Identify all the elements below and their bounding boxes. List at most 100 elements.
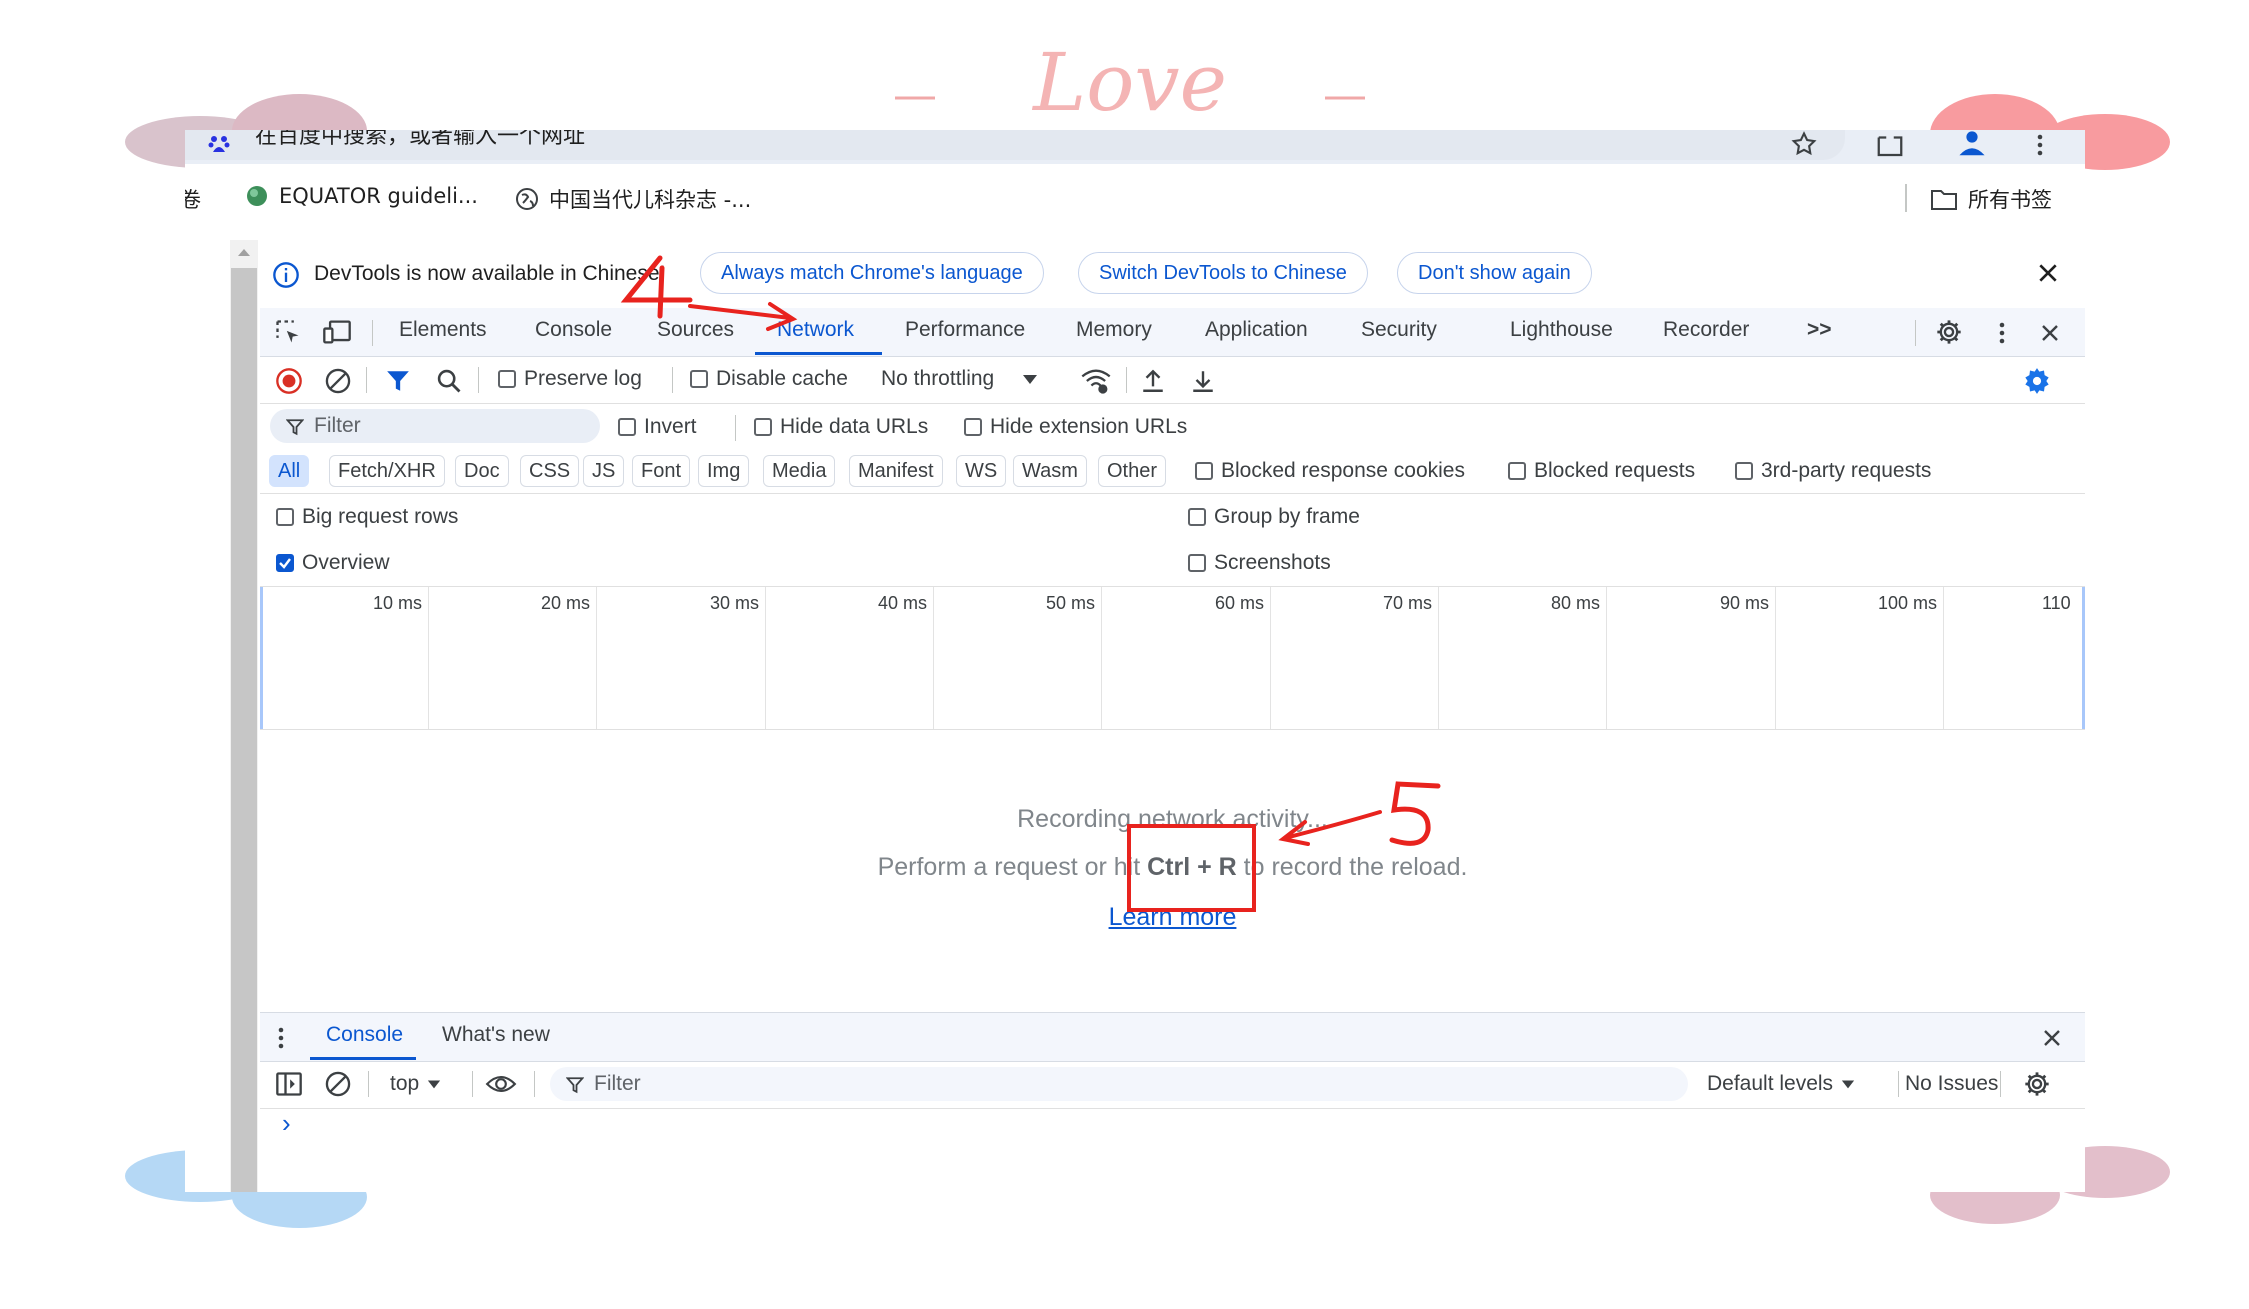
drawer-tab-whats-new[interactable]: What's new — [442, 1023, 550, 1047]
tab-sources[interactable]: Sources — [657, 318, 734, 342]
close-info-bar-icon[interactable] — [2037, 262, 2059, 284]
invert-checkbox[interactable]: Invert — [618, 415, 697, 439]
blocked-requests-box[interactable] — [1508, 462, 1526, 480]
overview-checkbox[interactable]: Overview — [276, 551, 390, 575]
type-chip-all[interactable]: All — [269, 455, 310, 487]
hide-data-urls-box[interactable] — [754, 418, 772, 436]
timeline-left-handle[interactable] — [260, 587, 263, 729]
star-icon[interactable] — [1790, 130, 1818, 158]
type-chip-js[interactable]: JS — [583, 455, 625, 487]
browser-menu-icon[interactable] — [2035, 132, 2045, 158]
blocked-requests-checkbox[interactable]: Blocked requests — [1508, 459, 1695, 483]
more-tabs-button[interactable]: >> — [1807, 318, 1832, 342]
always-match-language-button[interactable]: Always match Chrome's language — [700, 252, 1044, 294]
page-scrollbar-thumb[interactable] — [231, 268, 257, 1192]
hide-extension-urls-checkbox[interactable]: Hide extension URLs — [964, 415, 1187, 439]
third-party-requests-checkbox[interactable]: 3rd-party requests — [1735, 459, 1931, 483]
type-chip-wasm[interactable]: Wasm — [1013, 455, 1087, 487]
network-settings-gear-icon[interactable] — [2023, 367, 2051, 395]
timeline-right-handle[interactable] — [2082, 587, 2085, 729]
group-by-frame-checkbox[interactable]: Group by frame — [1188, 505, 1360, 529]
type-chip-img[interactable]: Img — [698, 455, 750, 487]
hide-extension-urls-box[interactable] — [964, 418, 982, 436]
toolbar-divider-4 — [1126, 367, 1127, 393]
tab-security[interactable]: Security — [1361, 318, 1437, 342]
drawer-tab-console[interactable]: Console — [326, 1023, 403, 1047]
tab-lighthouse[interactable]: Lighthouse — [1510, 318, 1613, 342]
live-expression-eye-icon[interactable] — [485, 1072, 517, 1096]
clear-log-icon[interactable] — [324, 367, 352, 395]
issues-button[interactable]: No Issues — [1905, 1072, 1998, 1096]
filter-funnel-icon[interactable] — [385, 367, 411, 395]
log-levels-select[interactable]: Default levels — [1707, 1072, 1855, 1096]
hide-data-urls-checkbox[interactable]: Hide data URLs — [754, 415, 928, 439]
omnibox-area: 在百度中搜索，或者输入一个网址 — [185, 130, 2085, 164]
overview-box[interactable] — [276, 554, 294, 572]
console-divider-4 — [1898, 1071, 1899, 1097]
preserve-log-checkbox[interactable]: Preserve log — [498, 367, 642, 391]
blocked-response-cookies-box[interactable] — [1195, 462, 1213, 480]
clear-console-icon[interactable] — [324, 1070, 352, 1098]
import-har-icon[interactable] — [1140, 367, 1166, 395]
type-chip-doc[interactable]: Doc — [455, 455, 509, 487]
type-chip-media[interactable]: Media — [763, 455, 836, 487]
disable-cache-checkbox[interactable]: Disable cache — [690, 367, 848, 391]
tab-memory[interactable]: Memory — [1076, 318, 1152, 342]
profile-avatar-icon[interactable] — [1955, 130, 1989, 158]
disable-cache-box[interactable] — [690, 370, 708, 388]
inspect-element-icon[interactable] — [274, 318, 302, 346]
bookmark-item-3[interactable]: 中国当代儿科杂志 -... — [515, 184, 751, 214]
tab-performance[interactable]: Performance — [905, 318, 1025, 342]
dont-show-again-button[interactable]: Don't show again — [1397, 252, 1592, 294]
console-settings-gear-icon[interactable] — [2023, 1070, 2051, 1098]
console-prompt[interactable]: › — [282, 1108, 291, 1139]
type-chip-css[interactable]: CSS — [520, 455, 580, 487]
close-drawer-icon[interactable] — [2042, 1028, 2062, 1048]
throttling-select[interactable]: No throttling — [881, 367, 1038, 391]
learn-more-link[interactable]: Learn more — [1109, 903, 1237, 931]
close-devtools-icon[interactable] — [2040, 323, 2060, 343]
type-chip-ws[interactable]: WS — [956, 455, 1007, 487]
scroll-up-arrow[interactable] — [236, 246, 252, 258]
screenshots-checkbox[interactable]: Screenshots — [1188, 551, 1331, 575]
devtools-menu-icon[interactable] — [1997, 320, 2007, 346]
export-har-icon[interactable] — [1190, 367, 1216, 395]
search-icon[interactable] — [435, 367, 463, 395]
omnibox[interactable]: 在百度中搜索，或者输入一个网址 — [185, 130, 1845, 160]
invert-box[interactable] — [618, 418, 636, 436]
blocked-response-cookies-checkbox[interactable]: Blocked response cookies — [1195, 459, 1465, 483]
big-request-rows-box[interactable] — [276, 508, 294, 526]
drawer-menu-icon[interactable] — [276, 1025, 286, 1051]
switch-to-chinese-button[interactable]: Switch DevTools to Chinese — [1078, 252, 1368, 294]
tab-recorder[interactable]: Recorder — [1663, 318, 1749, 342]
context-select[interactable]: top — [390, 1072, 441, 1096]
group-by-frame-box[interactable] — [1188, 508, 1206, 526]
all-bookmarks-button[interactable]: 所有书签 — [1930, 184, 2052, 214]
blocked-response-cookies-label: Blocked response cookies — [1221, 459, 1465, 482]
bookmark-item-2[interactable]: EQUATOR guideli... — [245, 184, 478, 208]
extensions-icon[interactable] — [1875, 132, 1905, 158]
tab-elements[interactable]: Elements — [399, 318, 487, 342]
tab-application[interactable]: Application — [1205, 318, 1308, 342]
console-sidebar-icon[interactable] — [275, 1071, 303, 1097]
type-chip-font[interactable]: Font — [632, 455, 691, 487]
settings-gear-icon[interactable] — [1935, 318, 1963, 346]
console-filter-input[interactable]: Filter — [550, 1067, 1688, 1101]
type-chip-manifest[interactable]: Manifest — [849, 455, 943, 487]
network-conditions-icon[interactable] — [1080, 367, 1112, 395]
type-chip-other[interactable]: Other — [1098, 455, 1167, 487]
device-toolbar-icon[interactable] — [322, 318, 352, 346]
tab-console[interactable]: Console — [535, 318, 612, 342]
screenshots-box[interactable] — [1188, 554, 1206, 572]
third-party-requests-box[interactable] — [1735, 462, 1753, 480]
timeline-tick-label: 20 ms — [540, 593, 590, 613]
network-overview-timeline[interactable]: 10 ms 20 ms 30 ms 40 ms 50 ms 60 ms 70 m… — [260, 586, 2085, 730]
record-stop-icon[interactable] — [275, 367, 303, 395]
preserve-log-box[interactable] — [498, 370, 516, 388]
console-filter-placeholder: Filter — [594, 1072, 641, 1095]
filter-input[interactable]: Filter — [270, 409, 600, 443]
bookmark-item-1[interactable]: 问卷 — [185, 184, 201, 214]
tab-network[interactable]: Network — [777, 318, 854, 342]
big-request-rows-checkbox[interactable]: Big request rows — [276, 505, 458, 529]
type-chip-fetch-xhr[interactable]: Fetch/XHR — [329, 455, 445, 487]
